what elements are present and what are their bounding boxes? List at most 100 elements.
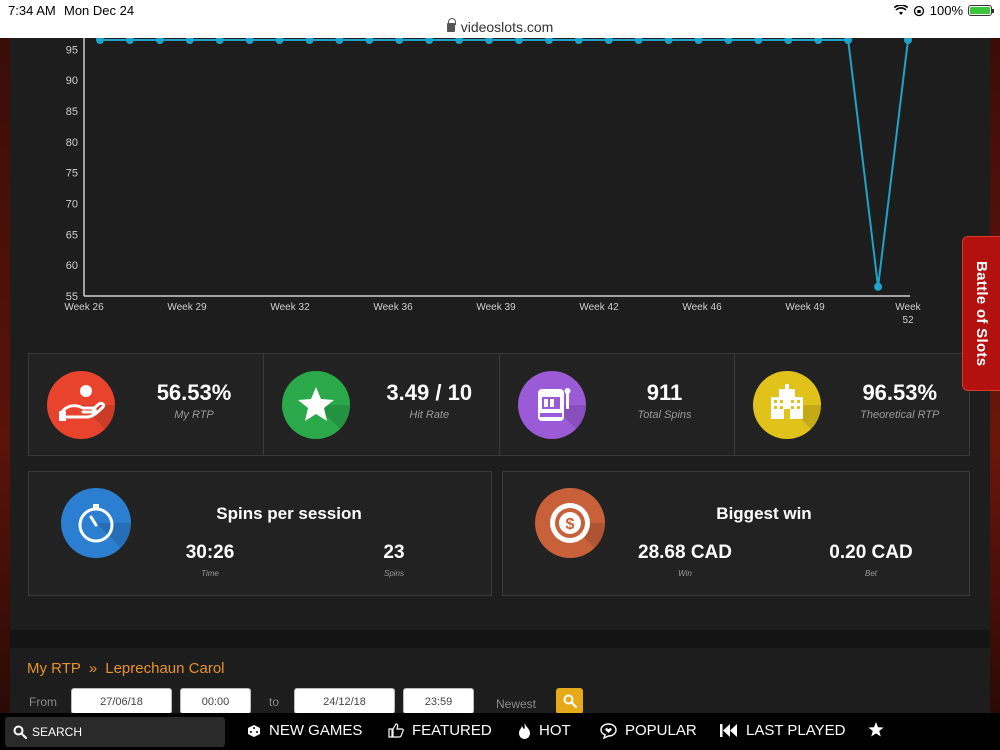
biggest-win-panel: $ Biggest win 28.68 CAD Win 0.20 CAD Bet bbox=[502, 471, 970, 596]
stat-label: Hit Rate bbox=[409, 409, 450, 421]
nav-label: HOT bbox=[539, 722, 571, 739]
date: Mon Dec 24 bbox=[64, 3, 135, 18]
stat-my-rtp: 56.53% My RTP bbox=[29, 354, 265, 455]
background-edge-left bbox=[0, 38, 10, 713]
y-tick-label: 85 bbox=[66, 106, 78, 118]
data-point bbox=[305, 38, 314, 44]
data-point bbox=[425, 38, 434, 44]
session-spins-label: Spins bbox=[383, 569, 404, 578]
x-tick-label: Week 42 bbox=[579, 302, 619, 313]
x-tick-label: Week 29 bbox=[167, 302, 207, 313]
data-point bbox=[455, 38, 464, 44]
panel-title: Biggest win bbox=[716, 504, 812, 523]
stat-label: Theoretical RTP bbox=[860, 409, 940, 421]
nav-label: NEW GAMES bbox=[269, 722, 363, 739]
from-date-input[interactable]: 27/06/18 bbox=[71, 688, 172, 714]
search-label: SEARCH bbox=[32, 725, 83, 739]
section-divider bbox=[10, 630, 990, 648]
rtp-line-chart: 95 90 85 80 75 70 65 60 55 Week 26 Week 29 Week 32 W… bbox=[10, 38, 990, 338]
rewind-icon bbox=[720, 724, 737, 737]
to-label: to bbox=[269, 695, 280, 709]
session-time-value: 30:26 bbox=[185, 542, 235, 563]
from-label: From bbox=[29, 695, 57, 709]
url-text: videoslots.com bbox=[460, 19, 554, 35]
chart-canvas: 959085807570656055Week 26 Week 29 Week 32 W… bbox=[64, 38, 922, 326]
y-tick-label: 95 bbox=[66, 44, 78, 56]
bottom-nav: SEARCH NEW GAMES FEATURED HOT POPULAR LA… bbox=[0, 713, 1000, 750]
search-icon bbox=[563, 694, 577, 708]
stat-value: 3.49 / 10 bbox=[386, 380, 473, 405]
nav-last-played[interactable]: LAST PLAYED bbox=[720, 722, 846, 739]
data-point bbox=[125, 38, 134, 44]
x-tick-label: Week 39 bbox=[476, 302, 516, 313]
data-point bbox=[544, 38, 553, 44]
data-point bbox=[485, 38, 494, 44]
casino-building-icon bbox=[752, 371, 821, 439]
nav-hot[interactable]: HOT bbox=[518, 722, 571, 739]
nav-label: POPULAR bbox=[625, 722, 697, 739]
address-bar[interactable]: videoslots.com bbox=[0, 18, 1000, 35]
data-point bbox=[754, 38, 763, 44]
stat-total-spins: 911 Total Spins bbox=[499, 354, 735, 455]
y-tick-label: 90 bbox=[66, 75, 78, 87]
data-point bbox=[245, 38, 254, 44]
x-tick-label: Week 32 bbox=[270, 302, 310, 313]
slot-machine-icon bbox=[517, 371, 586, 439]
biggest-win-value: 28.68 CAD bbox=[638, 542, 732, 563]
data-point bbox=[844, 38, 853, 44]
y-tick-label: 75 bbox=[66, 168, 78, 180]
x-tick-label: Week 49 bbox=[785, 302, 825, 313]
battle-of-slots-tab[interactable]: Battle of Slots bbox=[962, 236, 1000, 391]
session-spins-value: 23 bbox=[383, 542, 405, 563]
to-date-input[interactable]: 24/12/18 bbox=[294, 688, 395, 714]
data-point bbox=[335, 38, 344, 44]
data-point bbox=[634, 38, 643, 44]
data-point bbox=[365, 38, 374, 44]
stat-value: 56.53% bbox=[156, 380, 232, 405]
series-line bbox=[100, 39, 909, 287]
thumbs-up-icon bbox=[388, 723, 404, 738]
data-point bbox=[514, 38, 523, 44]
from-time-input[interactable]: 00:00 bbox=[180, 688, 251, 714]
stopwatch-icon bbox=[61, 488, 131, 558]
filter-search-button[interactable] bbox=[556, 688, 583, 714]
stats-row: 56.53% My RTP 3.49 / 10 Hit Rate 911 Tot… bbox=[28, 353, 970, 456]
y-tick-label: 70 bbox=[66, 198, 78, 210]
casino-chip-icon: $ bbox=[535, 488, 605, 558]
data-point bbox=[814, 38, 823, 44]
nav-featured[interactable]: FEATURED bbox=[388, 722, 492, 739]
breadcrumb-root[interactable]: My RTP bbox=[27, 660, 81, 677]
chat-heart-icon bbox=[600, 722, 617, 739]
game-search-input[interactable]: SEARCH bbox=[5, 717, 225, 747]
nav-popular[interactable]: POPULAR bbox=[600, 722, 697, 739]
data-point bbox=[185, 38, 194, 44]
battery-percent: 100% bbox=[929, 3, 963, 18]
session-time-label: Time bbox=[201, 569, 219, 578]
y-tick-label: 65 bbox=[66, 229, 78, 241]
breadcrumb: My RTP » Leprechaun Carol bbox=[27, 660, 225, 677]
x-tick-label: Week bbox=[895, 302, 921, 313]
lock-icon bbox=[446, 18, 456, 32]
clock: 7:34 AM bbox=[8, 3, 56, 18]
y-tick-label: 80 bbox=[66, 137, 78, 149]
nav-favourites[interactable] bbox=[868, 722, 884, 737]
panel-title: Spins per session bbox=[216, 504, 362, 523]
to-time-input[interactable]: 23:59 bbox=[403, 688, 474, 714]
data-point bbox=[395, 38, 404, 44]
stat-label: Total Spins bbox=[637, 409, 692, 421]
sort-select[interactable]: Newest bbox=[496, 697, 536, 711]
hand-coin-icon bbox=[47, 371, 115, 439]
spins-per-session-panel: Spins per session 30:26 Time 23 Spins bbox=[28, 471, 492, 596]
breadcrumb-separator: » bbox=[88, 660, 98, 677]
search-icon bbox=[13, 725, 27, 739]
stat-label: My RTP bbox=[174, 409, 214, 421]
breadcrumb-current[interactable]: Leprechaun Carol bbox=[105, 660, 224, 677]
data-point bbox=[784, 38, 793, 44]
stat-value: 96.53% bbox=[862, 380, 938, 405]
biggest-win-label: Win bbox=[678, 569, 692, 578]
nav-label: LAST PLAYED bbox=[746, 722, 846, 739]
stat-theoretical-rtp: 96.53% Theoretical RTP bbox=[734, 354, 969, 455]
nav-new-games[interactable]: NEW GAMES bbox=[247, 722, 362, 739]
x-tick-label: Week 26 bbox=[64, 302, 104, 313]
biggest-bet-value: 0.20 CAD bbox=[829, 542, 913, 563]
